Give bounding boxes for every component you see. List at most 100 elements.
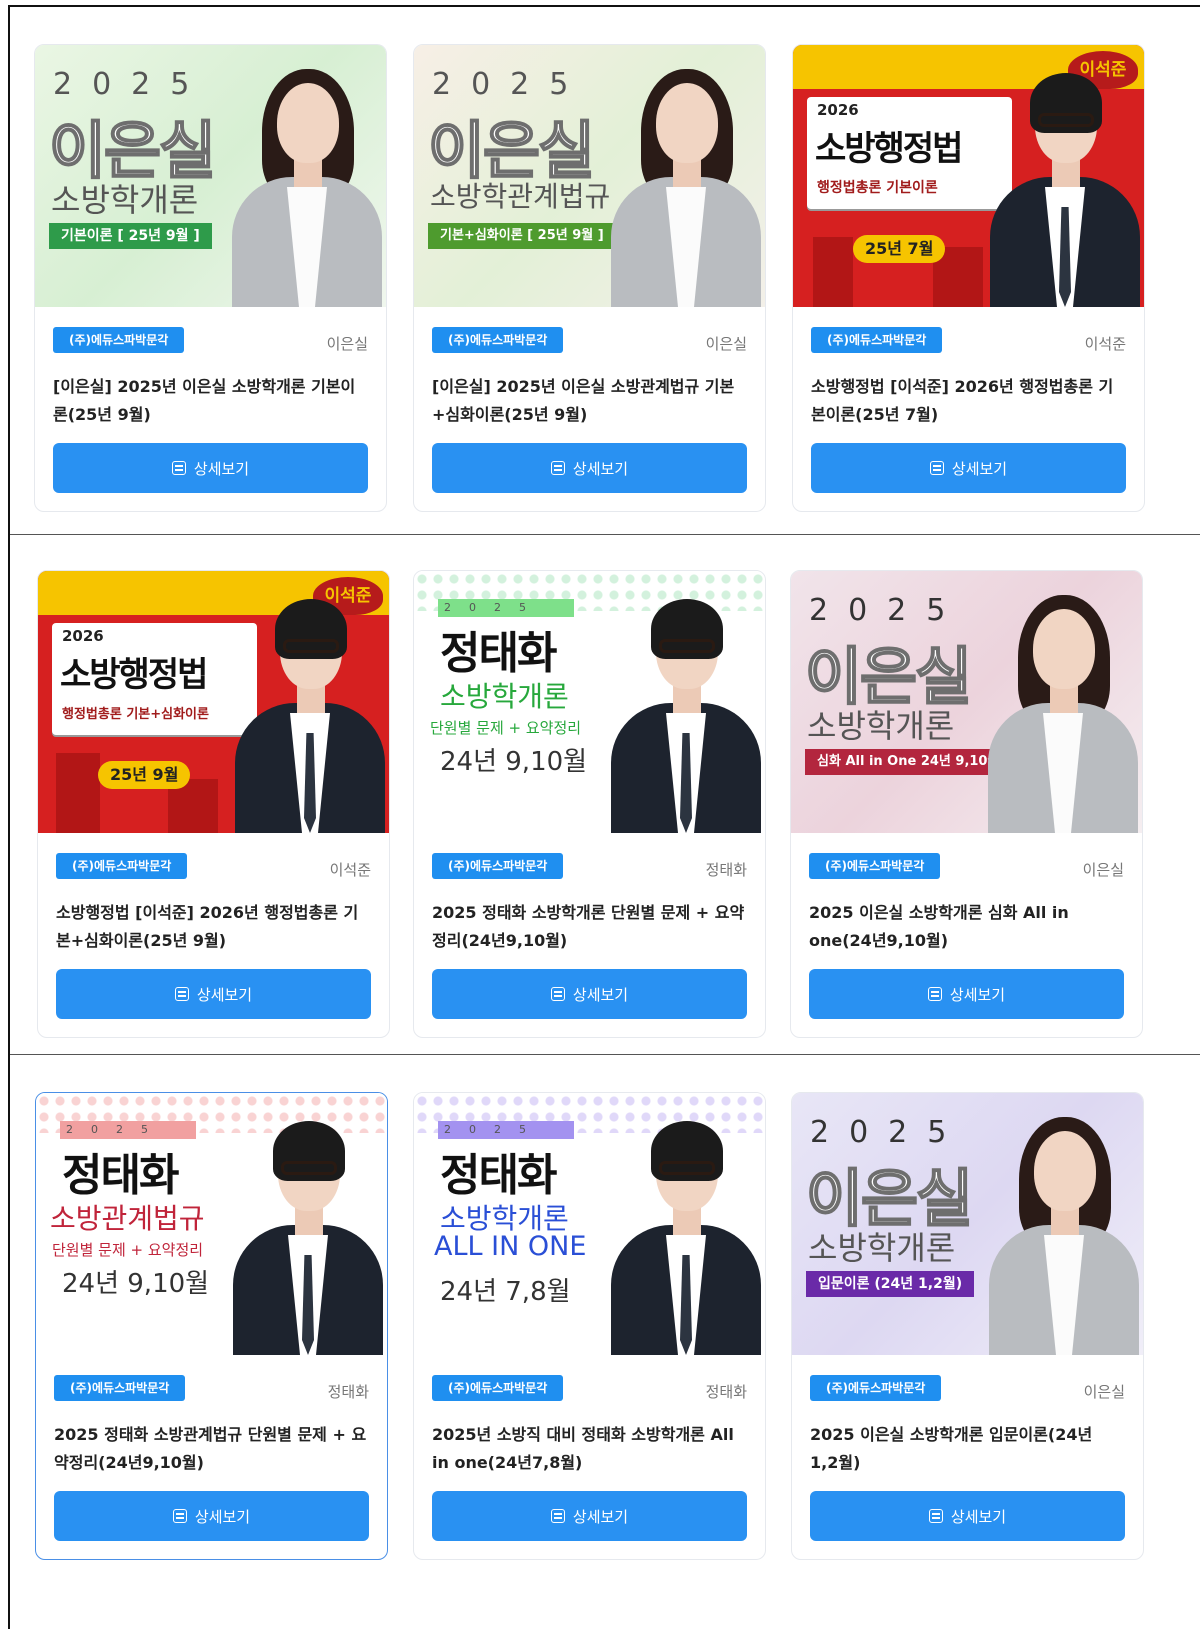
thumb-tag: 입문이론 (24년 1,2월): [806, 1271, 975, 1297]
course-thumbnail[interactable]: 2025 정태화 소방학개론 단원별 문제 + 요약정리 24년 9,10월: [414, 571, 765, 833]
thumb-year: 2026: [817, 101, 859, 119]
detail-button[interactable]: 상세보기: [810, 1491, 1125, 1541]
document-icon: [927, 987, 942, 1001]
document-icon: [172, 1509, 187, 1523]
detail-button-label: 상세보기: [572, 1507, 629, 1526]
thumb-date: 24년 7,8월: [440, 1277, 571, 1307]
lecturer-photo: [611, 1115, 761, 1355]
publisher-badge: (주)에듀스파박문각: [809, 853, 941, 879]
thumb-board: 2026 소방행정법 행정법총론 기본이론: [807, 97, 1012, 209]
thumb-year: 2025: [438, 1121, 574, 1139]
course-card[interactable]: 2025 이은실 소방학개론 입문이론 (24년 1,2월) (주)에듀스파박문…: [791, 1092, 1144, 1560]
publisher-badge: (주)에듀스파박문각: [56, 853, 188, 879]
document-icon: [550, 461, 565, 475]
lecturer-photo: [235, 593, 385, 833]
course-card[interactable]: 2025 이은실 소방학관계법규 기본+심화이론 [ 25년 9월 ] (주)에…: [413, 44, 766, 512]
course-card[interactable]: 2025 정태화 소방학개론 ALL IN ONE 24년 7,8월 (주)에듀…: [413, 1092, 766, 1560]
lecturer-name: 이석준: [1084, 335, 1126, 353]
course-title[interactable]: [이은실] 2025년 이은실 소방관계법규 기본+심화이론(25년 9월): [432, 373, 747, 429]
thumb-lecturer-name: 정태화: [440, 628, 557, 679]
course-thumbnail[interactable]: 이석준 2026 소방행정법 행정법총론 기본이론 25년 7월: [793, 45, 1144, 307]
document-icon: [174, 987, 189, 1001]
detail-button-label: 상세보기: [193, 459, 250, 478]
lecturer-photo: [988, 593, 1138, 833]
lecturer-name: 이석준: [329, 861, 371, 879]
detail-button-label: 상세보기: [950, 1507, 1007, 1526]
thumb-subtitle: ALL IN ONE: [434, 1231, 587, 1262]
course-card[interactable]: 2025 정태화 소방학개론 단원별 문제 + 요약정리 24년 9,10월 (…: [413, 570, 766, 1038]
document-icon: [928, 1509, 943, 1523]
thumb-subject: 소방관계법규: [50, 1202, 205, 1235]
detail-button[interactable]: 상세보기: [54, 1491, 369, 1541]
lecturer-name: 정태화: [705, 861, 747, 879]
detail-button[interactable]: 상세보기: [811, 443, 1126, 493]
publisher-badge: (주)에듀스파박문각: [432, 853, 564, 879]
lecturer-name: 이은실: [705, 335, 747, 353]
thumb-date: 25년 7월: [853, 235, 946, 263]
course-title[interactable]: 2025 정태화 소방학개론 단원별 문제 + 요약정리(24년9,10월): [432, 899, 747, 955]
lecturer-name: 이은실: [326, 335, 368, 353]
course-thumbnail[interactable]: 2025 이은실 소방학개론 기본이론 [ 25년 9월 ]: [35, 45, 386, 307]
detail-button[interactable]: 상세보기: [432, 969, 747, 1019]
lecturer-photo: [611, 67, 761, 307]
thumb-tag: 심화 All in One 24년 9,10월: [805, 749, 1012, 775]
course-thumbnail[interactable]: 2025 이은실 소방학개론 입문이론 (24년 1,2월): [792, 1093, 1143, 1355]
detail-button[interactable]: 상세보기: [53, 443, 368, 493]
thumb-subtitle: 단원별 문제 + 요약정리: [430, 719, 582, 737]
course-title[interactable]: 2025 이은실 소방학개론 입문이론(24년 1,2월): [810, 1421, 1125, 1477]
course-card[interactable]: 이석준 2026 소방행정법 행정법총론 기본이론 25년 7월 (주)에듀스파…: [792, 44, 1145, 512]
thumb-course-name: 소방행정법: [60, 655, 208, 695]
thumb-tag: 기본이론 [ 25년 9월 ]: [49, 223, 212, 249]
publisher-badge: (주)에듀스파박문각: [53, 327, 185, 353]
thumb-subtitle: 단원별 문제 + 요약정리: [52, 1241, 204, 1259]
thumb-subject: 소방학개론: [807, 707, 955, 745]
thumb-subject: 행정법총론 기본+심화이론: [62, 707, 209, 722]
thumb-tag: 기본+심화이론 [ 25년 9월 ]: [428, 223, 616, 249]
thumb-subject: 소방학개론: [51, 181, 199, 219]
course-thumbnail[interactable]: 2025 정태화 소방관계법규 단원별 문제 + 요약정리 24년 9,10월: [36, 1093, 387, 1355]
course-card[interactable]: 2025 정태화 소방관계법규 단원별 문제 + 요약정리 24년 9,10월 …: [35, 1092, 388, 1560]
thumb-subject: 소방학관계법규: [430, 180, 611, 213]
thumb-year: 2025: [809, 593, 966, 628]
course-card[interactable]: 이석준 2026 소방행정법 행정법총론 기본+심화이론 25년 9월 (주)에…: [37, 570, 390, 1038]
thumb-year: 2025: [810, 1115, 967, 1150]
lecturer-name: 이은실: [1082, 861, 1124, 879]
thumb-date: 25년 9월: [98, 761, 191, 789]
lecturer-photo: [611, 593, 761, 833]
publisher-badge: (주)에듀스파박문각: [811, 327, 943, 353]
course-title[interactable]: 2025년 소방직 대비 정태화 소방학개론 All in one(24년7,8…: [432, 1421, 747, 1477]
course-thumbnail[interactable]: 2025 정태화 소방학개론 ALL IN ONE 24년 7,8월: [414, 1093, 765, 1355]
course-thumbnail[interactable]: 2025 이은실 소방학관계법규 기본+심화이론 [ 25년 9월 ]: [414, 45, 765, 307]
thumb-year: 2025: [60, 1121, 196, 1139]
thumb-subject: 행정법총론 기본이론: [817, 180, 938, 196]
lecturer-photo: [232, 67, 382, 307]
detail-button[interactable]: 상세보기: [432, 1491, 747, 1541]
detail-button-label: 상세보기: [949, 985, 1006, 1004]
document-icon: [550, 987, 565, 1001]
thumb-year: 2026: [62, 627, 104, 645]
lecturer-photo: [990, 67, 1140, 307]
thumb-course-name: 소방행정법: [815, 129, 963, 169]
document-icon: [171, 461, 186, 475]
publisher-badge: (주)에듀스파박문각: [432, 1375, 564, 1401]
course-card[interactable]: 2025 이은실 소방학개론 심화 All in One 24년 9,10월 (…: [790, 570, 1143, 1038]
course-card[interactable]: 2025 이은실 소방학개론 기본이론 [ 25년 9월 ] (주)에듀스파박문…: [34, 44, 387, 512]
thumb-year: 2025: [53, 67, 210, 102]
detail-button-label: 상세보기: [572, 985, 629, 1004]
course-title[interactable]: 소방행정법 [이석준] 2026년 행정법총론 기본+심화이론(25년 9월): [56, 899, 371, 955]
thumb-year: 2025: [438, 599, 574, 617]
detail-button[interactable]: 상세보기: [809, 969, 1124, 1019]
course-thumbnail[interactable]: 이석준 2026 소방행정법 행정법총론 기본+심화이론 25년 9월: [38, 571, 389, 833]
detail-button-label: 상세보기: [196, 985, 253, 1004]
course-title[interactable]: 2025 이은실 소방학개론 심화 All in one(24년9,10월): [809, 899, 1124, 955]
course-title[interactable]: [이은실] 2025년 이은실 소방학개론 기본이론(25년 9월): [53, 373, 368, 429]
lecturer-name: 정태화: [705, 1383, 747, 1401]
detail-button[interactable]: 상세보기: [56, 969, 371, 1019]
row-divider: [10, 1054, 1200, 1055]
course-thumbnail[interactable]: 2025 이은실 소방학개론 심화 All in One 24년 9,10월: [791, 571, 1142, 833]
course-title[interactable]: 2025 정태화 소방관계법규 단원별 문제 + 요약정리(24년9,10월): [54, 1421, 369, 1477]
publisher-badge: (주)에듀스파박문각: [54, 1375, 186, 1401]
publisher-badge: (주)에듀스파박문각: [810, 1375, 942, 1401]
course-title[interactable]: 소방행정법 [이석준] 2026년 행정법총론 기본이론(25년 7월): [811, 373, 1126, 429]
detail-button[interactable]: 상세보기: [432, 443, 747, 493]
